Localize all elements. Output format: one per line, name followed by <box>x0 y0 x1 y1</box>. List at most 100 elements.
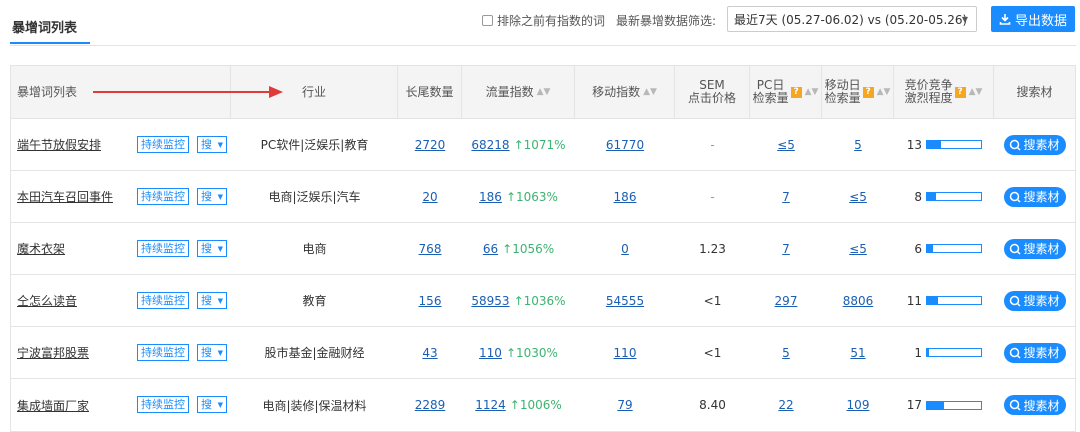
industry-text: 教育 <box>302 294 327 308</box>
mobile-link[interactable]: 54555 <box>606 294 644 308</box>
search-material-label: 搜素材 <box>1023 398 1060 413</box>
monitor-button[interactable]: 持续监控 <box>137 396 189 413</box>
search-dropdown-button[interactable]: 搜 ▼ <box>197 396 227 413</box>
col-sem: SEM 点击价格 <box>675 66 750 118</box>
search-icon <box>1010 243 1022 255</box>
pc-daily-link[interactable]: ≤5 <box>777 138 795 152</box>
competition-cell: 17 <box>894 379 994 431</box>
keyword-link[interactable]: 宁波富邦股票 <box>17 344 89 361</box>
col-mobile-daily[interactable]: 移动日 检索量 ? ▲▼ <box>822 66 894 118</box>
search-dropdown-label: 搜 <box>201 294 212 307</box>
growth-value: 1006% <box>519 398 562 412</box>
sort-icon[interactable]: ▲▼ <box>537 86 551 99</box>
industry-cell: 电商|装修|保温材料 <box>231 379 398 431</box>
arrow-up-icon: ↑ <box>513 137 524 152</box>
search-material-button[interactable]: 搜素材 <box>1003 290 1066 311</box>
search-dropdown-button[interactable]: 搜 ▼ <box>197 240 227 257</box>
sort-icon[interactable]: ▲▼ <box>969 86 983 99</box>
traffic-link[interactable]: 68218 <box>471 138 509 152</box>
longtail-link[interactable]: 2289 <box>415 398 446 412</box>
longtail-link[interactable]: 20 <box>422 190 437 204</box>
mobile-daily-link[interactable]: 8806 <box>843 294 874 308</box>
keyword-link[interactable]: 端午节放假安排 <box>17 136 101 153</box>
search-dropdown-button[interactable]: 搜 ▼ <box>197 344 227 361</box>
export-button[interactable]: 导出数据 <box>991 6 1075 32</box>
pc-daily-link[interactable]: 7 <box>782 190 790 204</box>
search-material-button[interactable]: 搜素材 <box>1003 238 1066 259</box>
search-material-button[interactable]: 搜素材 <box>1003 186 1066 207</box>
mobile-daily-link[interactable]: 51 <box>850 346 865 360</box>
table-row: 端午节放假安排 持续监控 搜 ▼ PC软件|泛娱乐|教育 2720 68218 … <box>11 119 1075 171</box>
sem-value: 1.23 <box>699 241 726 256</box>
exclude-label: 排除之前有指数的词 <box>497 14 606 28</box>
search-dropdown-button[interactable]: 搜 ▼ <box>197 188 227 205</box>
col-longtail: 长尾数量 <box>398 66 462 118</box>
monitor-button[interactable]: 持续监控 <box>137 188 189 205</box>
keyword-link[interactable]: 魔术衣架 <box>17 240 65 257</box>
arrow-up-icon: ↑ <box>505 189 516 204</box>
mobile-link[interactable]: 61770 <box>606 138 644 152</box>
col-comp-label-2: 激烈程度 <box>904 91 953 105</box>
mobile-link[interactable]: 0 <box>621 242 629 256</box>
traffic-link[interactable]: 58953 <box>471 294 509 308</box>
industry-cell: 电商 <box>231 223 398 274</box>
traffic-link[interactable]: 110 <box>479 346 502 360</box>
monitor-button[interactable]: 持续监控 <box>137 136 189 153</box>
pc-daily-link[interactable]: 297 <box>775 294 798 308</box>
search-dropdown-button[interactable]: 搜 ▼ <box>197 292 227 309</box>
sort-icon[interactable]: ▲▼ <box>805 86 819 99</box>
pc-daily-link[interactable]: 5 <box>782 346 790 360</box>
sem-cell: <1 <box>675 275 750 326</box>
competition-cell: 11 <box>894 275 994 326</box>
mobile-daily-link[interactable]: 109 <box>847 398 870 412</box>
keyword-link[interactable]: 集成墙面厂家 <box>17 397 89 414</box>
col-competition[interactable]: 竞价竞争 激烈程度 ? ▲▼ <box>894 66 994 118</box>
traffic-link[interactable]: 1124 <box>475 398 506 412</box>
caret-down-icon: ▼ <box>217 349 223 357</box>
help-icon[interactable]: ? <box>790 86 802 98</box>
mobile-daily-link[interactable]: ≤5 <box>849 190 867 204</box>
help-icon[interactable]: ? <box>862 86 874 98</box>
mobile-cell: 54555 <box>575 275 675 326</box>
mobile-link[interactable]: 186 <box>614 190 637 204</box>
longtail-link[interactable]: 768 <box>419 242 442 256</box>
industry-cell: 教育 <box>231 275 398 326</box>
search-material-button[interactable]: 搜素材 <box>1003 342 1066 363</box>
longtail-link[interactable]: 43 <box>422 346 437 360</box>
col-pc-daily[interactable]: PC日 检索量 ? ▲▼ <box>750 66 822 118</box>
mobile-link[interactable]: 79 <box>617 398 632 412</box>
monitor-button[interactable]: 持续监控 <box>137 344 189 361</box>
table-row: 本田汽车召回事件 持续监控 搜 ▼ 电商|泛娱乐|汽车 20 186 ↑1063… <box>11 171 1075 223</box>
search-icon <box>1010 399 1022 411</box>
sort-icon[interactable]: ▲▼ <box>877 86 891 99</box>
monitor-button[interactable]: 持续监控 <box>137 292 189 309</box>
pc-daily-link[interactable]: 7 <box>782 242 790 256</box>
mobile-link[interactable]: 110 <box>614 346 637 360</box>
pc-daily-link[interactable]: 22 <box>778 398 793 412</box>
mobile-daily-link[interactable]: 5 <box>854 138 862 152</box>
longtail-link[interactable]: 156 <box>419 294 442 308</box>
longtail-cell: 2720 <box>398 119 462 170</box>
sort-icon[interactable]: ▲▼ <box>643 86 657 99</box>
keyword-link[interactable]: 仝怎么读音 <box>17 292 77 309</box>
search-dropdown-button[interactable]: 搜 ▼ <box>197 136 227 153</box>
mobile-daily-link[interactable]: ≤5 <box>849 242 867 256</box>
exclude-checkbox[interactable] <box>482 15 493 26</box>
help-icon[interactable]: ? <box>954 86 966 98</box>
search-material-button[interactable]: 搜素材 <box>1003 395 1066 415</box>
keyword-link[interactable]: 本田汽车召回事件 <box>17 188 113 205</box>
date-range-select[interactable]: 最近7天 (05.27-06.02) vs (05.20-05.26) ▼ <box>727 6 977 32</box>
traffic-link[interactable]: 186 <box>479 190 502 204</box>
traffic-cell: 1124 ↑1006% <box>462 379 575 431</box>
top-bar: 暴增词列表 排除之前有指数的词 最新暴增数据筛选: 最近7天 (05.27-06… <box>0 0 1080 46</box>
longtail-link[interactable]: 2720 <box>415 138 446 152</box>
traffic-link[interactable]: 66 <box>483 242 498 256</box>
monitor-button[interactable]: 持续监控 <box>137 240 189 257</box>
exclude-filter[interactable]: 排除之前有指数的词 <box>482 12 605 29</box>
col-traffic[interactable]: 流量指数 ▲▼ <box>462 66 575 118</box>
col-mobile[interactable]: 移动指数 ▲▼ <box>575 66 675 118</box>
sem-value: - <box>710 189 715 204</box>
search-material-button[interactable]: 搜素材 <box>1003 134 1066 155</box>
material-cell: 搜素材 <box>994 275 1075 326</box>
pc-daily-cell: 7 <box>750 171 822 222</box>
